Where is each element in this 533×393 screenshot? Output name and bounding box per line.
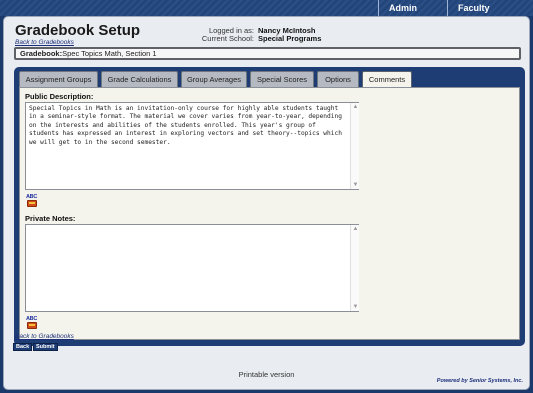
back-to-gradebooks-link-top[interactable]: Back to Gradebooks [15,39,74,46]
submit-button[interactable]: Submit [33,343,58,351]
page-title: Gradebook Setup [15,22,141,39]
private-notes-textarea[interactable] [25,224,359,312]
back-to-gradebooks-link-bottom[interactable]: Back to Gradebooks [15,333,74,340]
top-nav: Admin Faculty [0,0,533,16]
current-school-label: Current School: [201,34,254,43]
gradebook-label: Gradebook: [20,49,63,58]
main-frame: Gradebook Setup Back to Gradebooks Logge… [3,16,530,390]
tab-special-scores[interactable]: Special Scores [250,71,314,87]
tab-comments[interactable]: Comments [362,71,412,88]
nav-faculty[interactable]: Faculty [447,0,515,16]
current-school-value: Special Programs [258,34,322,43]
spellcheck-icon[interactable]: ABC [26,316,40,330]
gradebook-name: Spec Topics Math, Section 1 [62,49,157,58]
scroll-down-icon[interactable]: ▼ [351,303,360,311]
tab-grade-calculations[interactable]: Grade Calculations [101,71,178,87]
tab-options[interactable]: Options [317,71,359,87]
scroll-down-icon[interactable]: ▼ [351,181,360,189]
tab-assignment-groups[interactable]: Assignment Groups [19,71,98,87]
public-description-scrollbar[interactable]: ▲ ▼ [350,103,359,189]
spellcheck-icon[interactable]: ABC [26,194,40,208]
comments-content: Public Description: Special Topics in Ma… [19,87,520,340]
private-notes-scrollbar[interactable]: ▲ ▼ [350,225,359,311]
gradebook-bar: Gradebook:Spec Topics Math, Section 1 [14,47,521,60]
tab-group-averages[interactable]: Group Averages [181,71,247,87]
back-button[interactable]: Back [13,343,33,351]
private-notes-label: Private Notes: [25,214,76,223]
scroll-up-icon[interactable]: ▲ [351,103,360,111]
powered-by-text: Powered by Senior Systems, Inc. [436,378,523,384]
setup-panel: Assignment Groups Grade Calculations Gro… [14,67,525,346]
nav-admin[interactable]: Admin [378,0,442,16]
scroll-up-icon[interactable]: ▲ [351,225,360,233]
public-description-textarea[interactable]: Special Topics in Math is an invitation-… [25,102,359,190]
public-description-label: Public Description: [25,92,94,101]
